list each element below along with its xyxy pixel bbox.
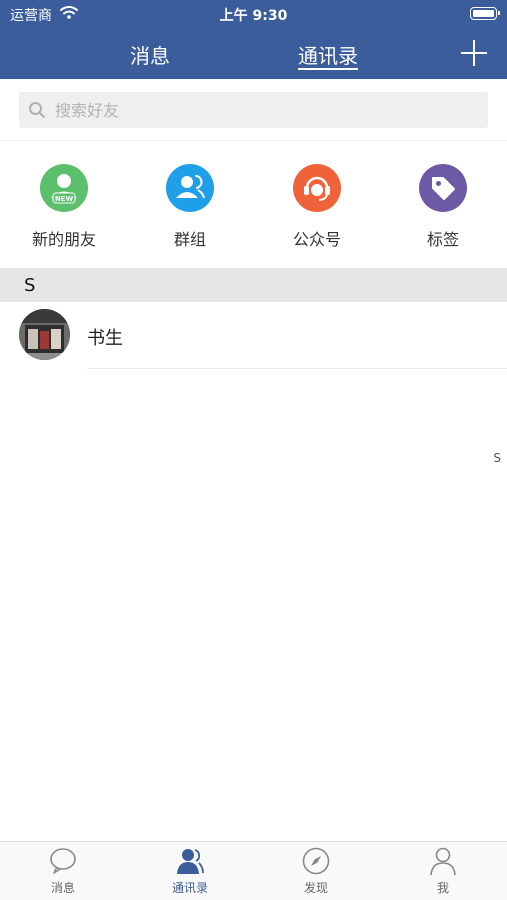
customer-service-icon xyxy=(293,164,341,212)
status-time: 上午 9:30 xyxy=(219,8,288,24)
header: 运营商 上午 9:30 消息 通讯录 xyxy=(0,0,507,79)
section-header: S xyxy=(0,268,507,302)
add-button[interactable] xyxy=(461,40,487,66)
shortcut-label: 新的朋友 xyxy=(31,230,96,249)
shortcut-official-accounts[interactable]: 公众号 xyxy=(262,164,372,250)
svg-text:NEW: NEW xyxy=(55,195,74,203)
contact-row[interactable]: 书生 xyxy=(0,302,507,369)
status-bar: 运营商 上午 9:30 xyxy=(0,0,507,28)
shortcut-label: 标签 xyxy=(426,230,459,249)
contact-name: 书生 xyxy=(87,328,123,349)
tab-messages[interactable]: 消息 xyxy=(130,40,170,69)
avatar xyxy=(19,309,70,360)
tab-bar-messages[interactable]: 消息 xyxy=(0,842,126,900)
shortcut-groups[interactable]: 群组 xyxy=(135,164,245,250)
shortcut-new-friends[interactable]: NEW 新的朋友 xyxy=(9,164,119,250)
tab-label: 发现 xyxy=(303,881,328,895)
tab-label: 我 xyxy=(436,881,449,895)
contacts-icon xyxy=(177,849,204,874)
person-icon xyxy=(430,847,456,876)
tab-bar-me[interactable]: 我 xyxy=(380,842,506,900)
tag-icon xyxy=(419,164,467,212)
tab-bar-contacts[interactable]: 通讯录 xyxy=(127,842,253,900)
search-box[interactable] xyxy=(19,92,488,128)
search-bar xyxy=(0,79,507,141)
tab-label: 消息 xyxy=(50,881,75,895)
search-icon xyxy=(29,102,45,118)
index-letter[interactable]: S xyxy=(493,451,501,465)
shortcut-tags[interactable]: 标签 xyxy=(388,164,498,250)
compass-icon xyxy=(302,847,330,875)
new-friends-icon: NEW xyxy=(40,164,88,212)
chat-bubble-icon xyxy=(50,848,76,874)
row-divider xyxy=(87,368,507,369)
group-icon xyxy=(166,164,214,212)
battery-icon xyxy=(470,7,500,20)
section-letter: S xyxy=(24,275,36,296)
shortcut-label: 群组 xyxy=(173,230,206,249)
tab-label: 通讯录 xyxy=(171,881,208,895)
shortcut-label: 公众号 xyxy=(292,230,341,249)
tab-bar-discover[interactable]: 发现 xyxy=(253,842,379,900)
shortcut-grid: NEW 新的朋友 群组 公众号 标签 xyxy=(0,142,507,268)
search-input[interactable] xyxy=(55,92,475,128)
tab-contacts[interactable]: 通讯录 xyxy=(298,40,358,69)
tab-bar: 消息 通讯录 发现 我 xyxy=(0,841,507,900)
